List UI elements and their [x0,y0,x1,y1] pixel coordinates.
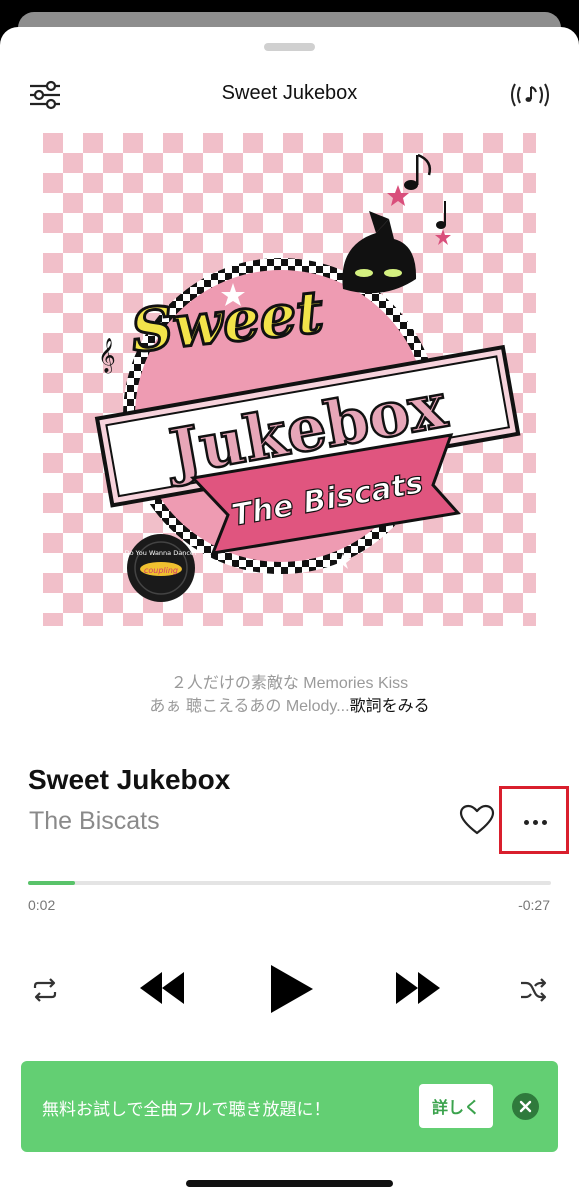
promo-banner[interactable]: 無料お試しで全曲フルで聴き放題に！ 詳しく [21,1061,558,1152]
promo-close-button[interactable] [512,1093,539,1120]
next-button[interactable] [394,968,442,1008]
svg-text:𝄞: 𝄞 [98,338,116,374]
promo-details-button[interactable]: 詳しく [419,1084,493,1128]
elapsed-time: 0:02 [28,897,56,913]
lyrics-line-2-text: あぁ 聴こえるあの Melody... [149,698,350,715]
cast-music-icon [511,83,549,107]
header-title: Sweet Jukebox [221,82,358,104]
artist-name[interactable]: The Biscats [29,807,160,836]
lyrics-line-2: あぁ 聴こえるあの Melody...歌詞をみる [0,695,579,718]
album-artwork: 𝄞 Sweet Jukebox The Biscats coupling Do … [43,133,536,626]
progress-fill [28,881,76,885]
remaining-time: -0:27 [518,897,550,913]
shuffle-icon [521,978,547,1002]
now-playing-sheet: Sweet Jukebox 𝄞 Sweet Jukebox The Biscat… [0,27,579,1200]
lyrics-preview: ２人だけの素敵な Memories Kiss あぁ 聴こえるあの Melody.… [0,672,579,718]
repeat-button[interactable] [30,975,60,1005]
album-cover-image: 𝄞 Sweet Jukebox The Biscats coupling Do … [43,133,536,626]
repeat-icon [33,978,57,1002]
favorite-button[interactable] [459,804,495,836]
song-title: Sweet Jukebox [28,764,231,795]
rewind-icon [140,972,184,1004]
shuffle-button[interactable] [518,975,548,1005]
play-icon [271,965,313,1013]
play-button[interactable] [269,963,315,1015]
progress-bar[interactable] [28,881,551,885]
artwork-record-label: Do You Wanna Dance? [125,549,198,557]
sheet-grabber[interactable] [264,43,315,51]
view-lyrics-link[interactable]: 歌詞をみる [350,698,430,715]
promo-banner-text: 無料お試しで全曲フルで聴き放題に！ [42,1100,331,1119]
more-options-button[interactable] [499,786,569,854]
artwork-record-sub: coupling [144,566,178,575]
home-indicator[interactable] [186,1180,393,1187]
previous-button[interactable] [138,968,186,1008]
close-icon [519,1100,532,1113]
lyrics-line-1: ２人だけの素敵な Memories Kiss [170,675,409,692]
heart-icon [459,804,495,835]
cast-button[interactable] [506,77,554,113]
fast-forward-icon [396,972,440,1004]
